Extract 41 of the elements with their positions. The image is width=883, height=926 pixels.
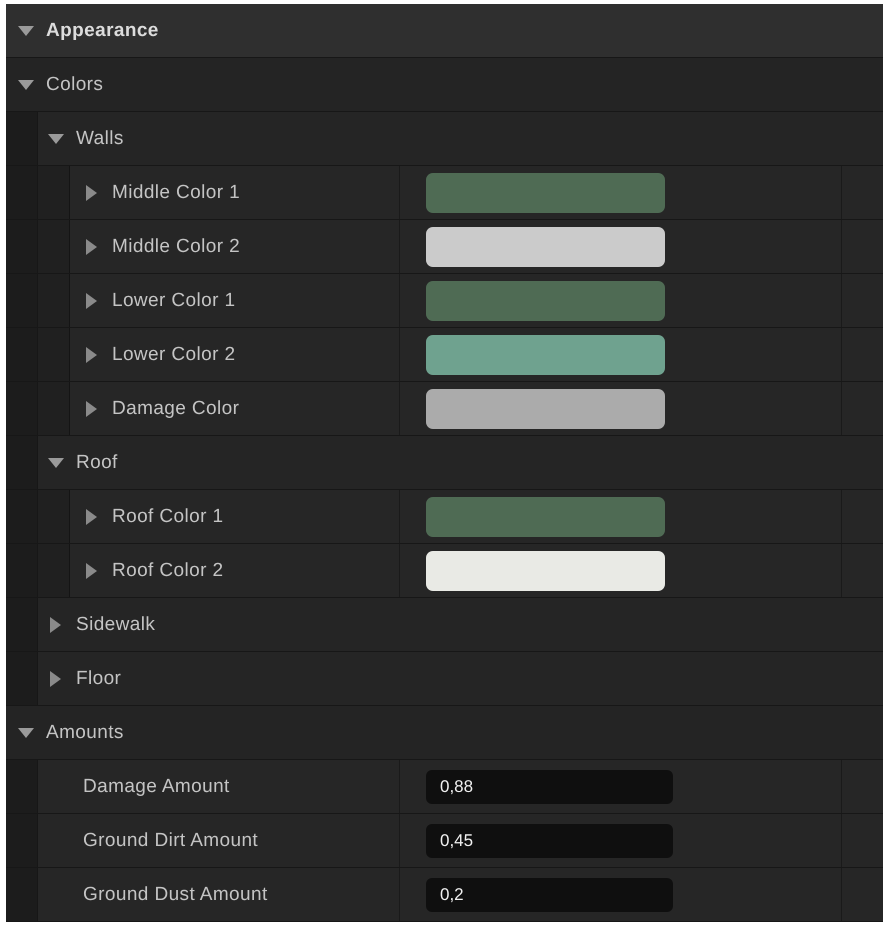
property-label: Ground Dirt Amount	[83, 830, 258, 852]
group-label: Floor	[76, 668, 122, 690]
number-field[interactable]: 0,88	[426, 770, 673, 804]
property-label: Lower Color 1	[112, 290, 236, 312]
group-label: Amounts	[46, 722, 124, 744]
property-label: Roof Color 1	[112, 506, 224, 528]
property-label: Middle Color 2	[112, 236, 240, 258]
expand-arrow-icon[interactable]	[86, 562, 97, 578]
collapse-arrow-icon[interactable]	[18, 26, 34, 36]
collapse-arrow-icon[interactable]	[48, 134, 64, 144]
color-swatch[interactable]	[426, 388, 665, 428]
expand-arrow-icon[interactable]	[86, 184, 97, 200]
expand-arrow-icon[interactable]	[86, 292, 97, 308]
collapse-arrow-icon[interactable]	[18, 728, 34, 738]
property-label: Middle Color 1	[112, 182, 240, 204]
property-label: Damage Color	[112, 398, 240, 420]
number-field[interactable]: 0,2	[426, 878, 673, 912]
color-swatch[interactable]	[426, 496, 665, 536]
group-label: Roof	[76, 452, 118, 474]
collapse-arrow-icon[interactable]	[48, 458, 64, 468]
expand-arrow-icon[interactable]	[86, 346, 97, 362]
expand-arrow-icon[interactable]	[86, 508, 97, 524]
color-swatch[interactable]	[426, 226, 665, 266]
property-label: Damage Amount	[83, 776, 230, 798]
color-swatch[interactable]	[426, 172, 665, 212]
category-title: Appearance	[46, 20, 159, 42]
expand-arrow-icon[interactable]	[50, 616, 61, 632]
group-label: Colors	[46, 74, 104, 96]
group-label: Sidewalk	[76, 614, 156, 636]
group-label: Walls	[76, 128, 124, 150]
color-swatch[interactable]	[426, 550, 665, 590]
property-label: Roof Color 2	[112, 560, 224, 582]
property-label: Lower Color 2	[112, 344, 236, 366]
color-swatch[interactable]	[426, 280, 665, 320]
property-label: Ground Dust Amount	[83, 884, 268, 906]
collapse-arrow-icon[interactable]	[18, 80, 34, 90]
number-field[interactable]: 0,45	[426, 824, 673, 858]
expand-arrow-icon[interactable]	[86, 238, 97, 254]
expand-arrow-icon[interactable]	[50, 670, 61, 686]
color-swatch[interactable]	[426, 334, 665, 374]
expand-arrow-icon[interactable]	[86, 400, 97, 416]
